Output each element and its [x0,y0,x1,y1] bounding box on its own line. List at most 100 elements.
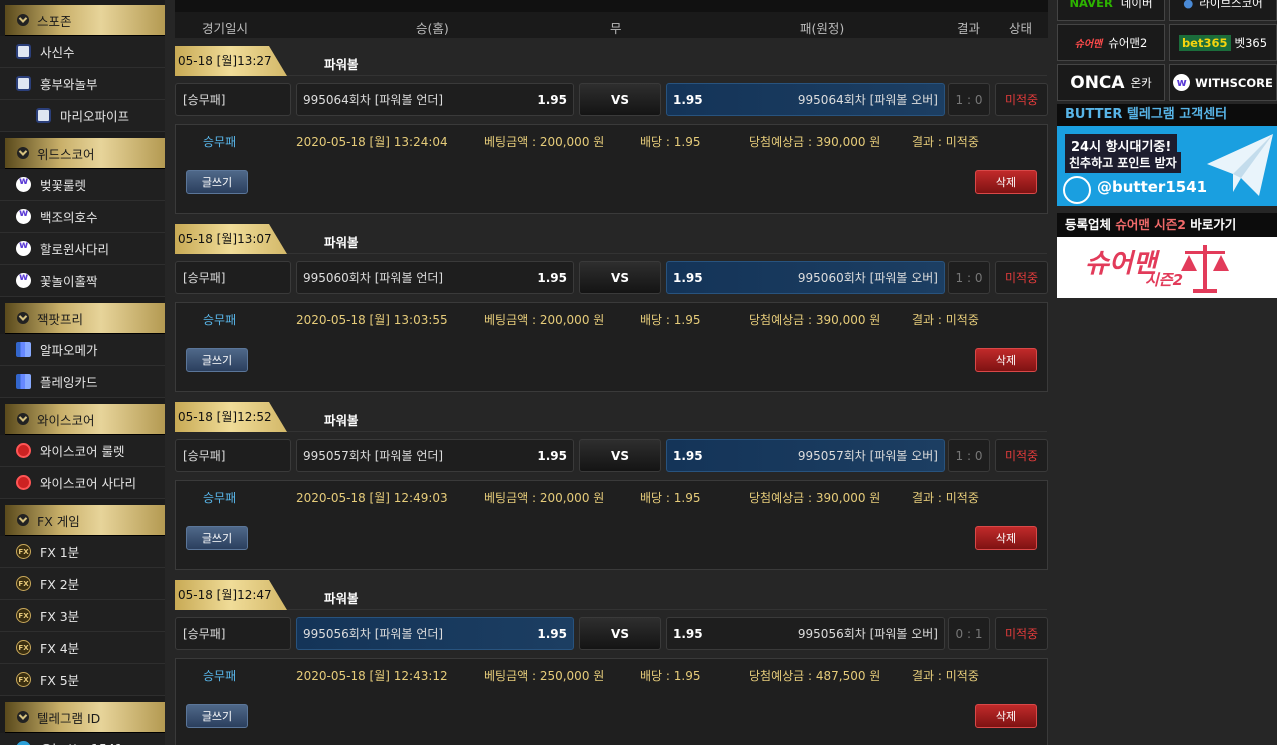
sidebar-item[interactable]: 할로윈사다리 [0,233,165,265]
section-title: FX 게임 [37,513,80,529]
detail-odds: 배당 : 1.95 [640,669,701,683]
away-option[interactable]: 1.95 995057회차 [파워볼 오버] [666,439,945,472]
game-datetime-tag: 05-18 [월]12:52 [175,402,287,432]
header-home: 승(홈) [416,21,449,36]
link-onca[interactable]: ONCA 온카 [1057,64,1165,101]
vs-button[interactable]: VS [579,83,661,116]
delete-button[interactable]: 삭제 [975,348,1037,372]
sidebar-section-header[interactable]: 잭팟프리 [5,303,165,334]
sidebar-item[interactable]: 흥부와놀부 [0,68,165,100]
sidebar-item-label: @butter1541 [40,741,123,745]
home-odd: 1.95 [537,92,567,107]
chevron-down-icon [17,312,29,324]
write-button[interactable]: 글쓰기 [186,348,248,372]
vs-button[interactable]: VS [579,439,661,472]
game-datetime-tag: 05-18 [월]12:47 [175,580,287,610]
link-label: 온카 [1130,75,1152,90]
link-sureman[interactable]: 슈어맨 슈어맨2 [1057,24,1165,61]
detail-date: 2020-05-18 [월] 13:03:55 [296,313,448,327]
sidebar-item[interactable]: 사신수 [0,36,165,68]
sidebar-item[interactable]: FX FX 3분 [0,600,165,632]
away-option[interactable]: 1.95 995060회차 [파워볼 오버] [666,261,945,294]
link-withscore[interactable]: w WITHSCORE [1169,64,1277,101]
sidebar-item-label: 사신수 [40,45,75,60]
bet-type: [승무패] [175,83,291,116]
sidebar-item-label: 할로윈사다리 [40,242,110,257]
bet-type: [승무패] [175,617,291,650]
home-option[interactable]: 995064회차 [파워볼 언더] 1.95 [296,83,574,116]
home-label: 995064회차 [파워볼 언더] [303,93,444,107]
write-button[interactable]: 글쓰기 [186,704,248,728]
sidebar-item[interactable]: FX FX 5분 [0,664,165,696]
sidebar-item-label: 백조의호수 [40,210,98,225]
away-odd: 1.95 [673,626,703,641]
vs-button[interactable]: VS [579,617,661,650]
link-label: WITHSCORE [1195,75,1273,90]
link-naver[interactable]: NAVER 네이버 [1057,0,1165,21]
withscore-icon [16,208,31,224]
sidebar-item[interactable]: 플레잉카드 [0,366,165,398]
vs-button[interactable]: VS [579,261,661,294]
fx-icon: FX [16,672,31,687]
bet-detail: 승무패 2020-05-18 [월] 13:03:55 베팅금액 : 200,000… [175,302,1048,392]
sidebar-item[interactable]: 백조의호수 [0,201,165,233]
sidebar-section-header[interactable]: 텔레그램 ID [5,702,165,733]
telegram-banner-title: BUTTER 텔레그램 고객센터 [1057,104,1277,126]
chevron-down-icon [17,514,29,526]
sidebar-item[interactable]: FX FX 2분 [0,568,165,600]
game-datetime-tag: 05-18 [월]13:27 [175,46,287,76]
square-icon [16,76,31,91]
detail-bet-amount: 베팅금액 : 250,000 원 [484,669,605,683]
write-button[interactable]: 글쓰기 [186,526,248,550]
game-datetime-tag: 05-18 [월]13:07 [175,224,287,254]
sidebar-section-header[interactable]: 위드스코어 [5,138,165,169]
status-badge: 미적중 [995,617,1048,650]
bet-row: [승무패] 995060회차 [파워볼 언더] 1.95 VS 1.95 995060회차… [175,261,1048,294]
away-label: 995056회차 [파워볼 오버] [797,627,938,641]
sidebar-item[interactable]: @butter1541 [0,733,165,745]
sidebar-item[interactable]: FX FX 4분 [0,632,165,664]
bet-type: [승무패] [175,439,291,472]
sidebar-item[interactable]: 알파오메가 [0,334,165,366]
sidebar-item[interactable]: FX FX 1분 [0,536,165,568]
sidebar-item-label: FX 3분 [40,609,80,624]
write-button[interactable]: 글쓰기 [186,170,248,194]
delete-button[interactable]: 삭제 [975,170,1037,194]
delete-button[interactable]: 삭제 [975,704,1037,728]
away-label: 995060회차 [파워볼 오버] [797,271,938,285]
sidebar-section-header[interactable]: FX 게임 [5,505,165,536]
link-label: 벳365 [1234,35,1268,50]
game-header: 05-18 [월]13:07 파워볼 [175,224,1047,254]
away-option[interactable]: 1.95 995056회차 [파워볼 오버] [666,617,945,650]
game-name: 파워볼 [324,235,359,250]
telegram-banner[interactable]: BUTTER 텔레그램 고객센터 24시 항시대기중! 친추하고 포인트 받자 … [1057,104,1277,206]
sidebar-item[interactable]: 마리오파이프 [0,100,165,132]
sidebar-item[interactable]: 벚꽃룰렛 [0,169,165,201]
sidebar-section-header[interactable]: 와이스코어 [5,404,165,435]
detail-type: 승무패 [203,135,237,149]
sidebar-item[interactable]: 와이스코어 룰렛 [0,435,165,467]
withscore-icon [16,240,31,256]
header-date: 경기일시 [202,21,249,36]
withscore-logo: w [1173,74,1191,91]
sidebar-section-header[interactable]: 스포존 [5,5,165,36]
away-label: 995064회차 [파워볼 오버] [797,93,938,107]
home-option[interactable]: 995060회차 [파워볼 언더] 1.95 [296,261,574,294]
paper-plane-icon [1207,134,1273,196]
detail-result: 결과 : 미적중 [912,313,979,327]
sidebar-item[interactable]: 꽃놀이홀짝 [0,265,165,297]
square-icon [16,44,31,59]
table-header: 경기일시 승(홈) 무 패(원정) 결과 상태 [175,0,1048,38]
delete-button[interactable]: 삭제 [975,526,1037,550]
home-option[interactable]: 995057회차 [파워볼 언더] 1.95 [296,439,574,472]
sidebar-item[interactable]: 와이스코어 사다리 [0,467,165,499]
sureman-banner[interactable]: 등록업체 슈어맨 시즌2 바로가기 슈어맨 시즌2 [1057,213,1277,298]
status-badge: 미적중 [995,261,1048,294]
home-option[interactable]: 995056회차 [파워볼 언더] 1.95 [296,617,574,650]
sidebar-item-label: 와이스코어 사다리 [40,476,136,491]
sureman-season: 시즌2 [1145,271,1184,289]
link-livescore[interactable]: ● 라이브스코어 [1169,0,1277,21]
away-option[interactable]: 1.95 995064회차 [파워볼 오버] [666,83,945,116]
sidebar-item-label: FX 1분 [40,545,80,560]
link-bet365[interactable]: bet365 벳365 [1169,24,1277,61]
